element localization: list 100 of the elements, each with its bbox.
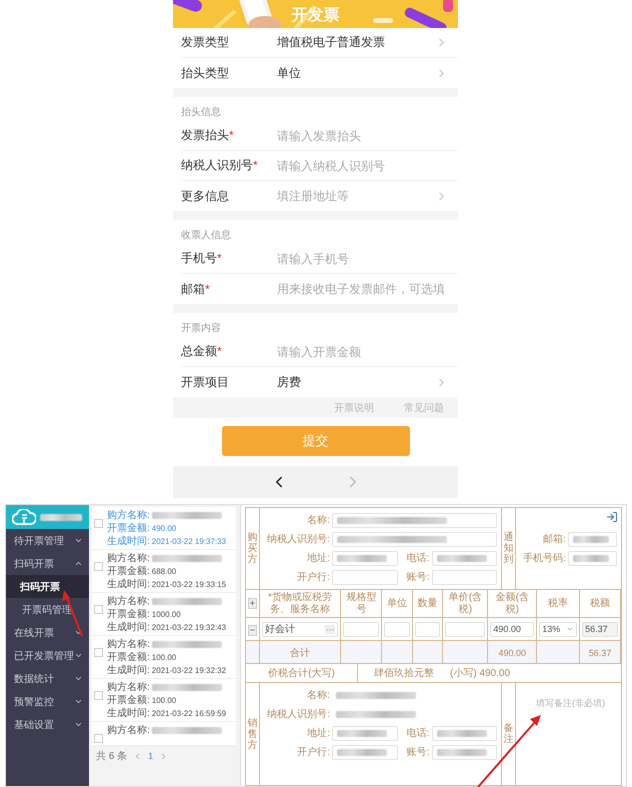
sidebar-item[interactable]: 基础设置 [6, 713, 89, 736]
blurred-text [573, 536, 609, 542]
sidebar-item[interactable]: 预警监控 [6, 690, 89, 713]
add-row-button[interactable]: + [248, 598, 257, 608]
entry-label: 购方名称: [107, 680, 150, 694]
field-label: 地址: [306, 726, 331, 740]
total-label: 合计 [290, 648, 310, 659]
sidebar-item[interactable]: 已开发票管理 [6, 644, 89, 667]
text-input[interactable] [384, 622, 410, 636]
grand-total-label: 价税合计(大写) [246, 664, 358, 682]
text-input[interactable]: 请输入开票金额 [277, 344, 448, 358]
entry-label: 生成时间: [107, 620, 150, 634]
checkbox[interactable] [94, 734, 103, 743]
field-value[interactable]: 单位 [277, 64, 435, 82]
entry-label: 开票金额: [107, 650, 150, 664]
checkbox[interactable] [94, 691, 103, 700]
text-input[interactable] [432, 570, 497, 584]
text-input[interactable] [445, 622, 486, 636]
text-input[interactable] [332, 512, 497, 528]
field-label: 名称: [306, 689, 331, 702]
text-input[interactable] [332, 532, 497, 546]
entry-label: 购方名称: [107, 638, 150, 651]
checkbox[interactable] [94, 519, 103, 528]
section-header: 收票人信息 [181, 228, 232, 243]
blurred-text [152, 554, 222, 562]
text-input[interactable] [414, 622, 440, 636]
checkbox[interactable] [94, 648, 103, 657]
chevron-down-icon[interactable] [566, 625, 574, 633]
remove-row-button[interactable]: − [248, 624, 257, 636]
text-input[interactable]: 490.00 [490, 622, 534, 636]
field-label: 电话: [406, 726, 430, 740]
rate-select[interactable]: 13% [539, 622, 578, 636]
blurred-text [152, 598, 222, 604]
text-input[interactable] [332, 570, 398, 584]
entry-value: 1000.00 [152, 610, 181, 618]
side-label: 备注 [504, 723, 514, 745]
text-input[interactable] [568, 532, 617, 546]
field-label: 邮箱* [181, 280, 211, 298]
entry-label: 生成时间: [107, 706, 150, 720]
entry-value: 2021-03-22 19:32:32 [152, 666, 226, 674]
field-label: 地址: [306, 552, 331, 565]
entry-label: 购方名称: [107, 508, 150, 522]
amount-in-figures: (小写) 490.00 [450, 666, 510, 680]
blurred-text [337, 730, 387, 736]
entry-label: 生成时间: [107, 534, 150, 548]
text-input[interactable] [332, 550, 398, 566]
field-label: 纳税人识别号: [266, 532, 331, 546]
text-input[interactable]: 56.37 [582, 622, 618, 636]
text-input[interactable] [332, 744, 398, 760]
entry-label: 开票金额: [107, 522, 150, 535]
blurred-text [40, 514, 82, 520]
text-input[interactable] [432, 550, 497, 566]
text-input[interactable] [332, 726, 398, 740]
sidebar-item[interactable]: 扫码开票 [6, 552, 89, 575]
field-label: 账号: [406, 746, 430, 759]
section-header: 抬头信息 [181, 106, 222, 120]
blurred-text [436, 554, 486, 562]
field-label: 总金额* [181, 343, 223, 360]
field-label: 更多信息 [181, 188, 230, 204]
text-input[interactable] [432, 726, 497, 740]
field-label: 纳税人识别号* [181, 157, 259, 174]
text-input[interactable]: 请输入手机号 [277, 252, 448, 266]
entry-value: 100.00 [152, 652, 176, 662]
entry-value: 2021-03-22 19:33:15 [152, 580, 226, 588]
field-label: 电话: [406, 552, 430, 565]
entry-label: 开票金额: [107, 694, 150, 707]
text-input[interactable]: 好会计 ··· [262, 622, 338, 636]
blurred-text [436, 730, 486, 736]
sidebar-item[interactable]: 待开票管理 [6, 529, 89, 552]
text-input[interactable]: 请输入纳税人识别号 [277, 158, 448, 172]
field-value[interactable]: 增值税电子普通发票 [277, 34, 435, 51]
side-label: 销售方 [248, 718, 258, 750]
text-input[interactable] [343, 622, 380, 636]
entry-value: 2021-03-22 16:59:59 [152, 708, 226, 718]
field-value[interactable]: 房费 [277, 374, 435, 390]
sidebar-item[interactable]: 在线开票 [6, 621, 89, 644]
blurred-text [152, 726, 222, 734]
total-count: 共 6 条 [96, 750, 128, 763]
more-button[interactable]: ··· [325, 624, 336, 634]
blurred-text [337, 748, 387, 756]
annotation-arrow [477, 715, 541, 787]
entry-label: 购方名称: [107, 552, 150, 565]
text-input[interactable] [432, 744, 497, 760]
text-input[interactable] [568, 550, 617, 566]
side-label: 购买方 [248, 532, 258, 565]
blurred-text [152, 684, 222, 690]
total-tax: 56.37 [588, 648, 612, 658]
sidebar-subitem[interactable]: 扫码开票 [6, 575, 89, 598]
text-input[interactable]: 用来接收电子发票邮件，可选填 [277, 282, 448, 296]
entry-label: 开票金额: [107, 608, 150, 621]
field-label: 开票项目 [181, 374, 230, 390]
field-label: 纳税人识别号: [266, 708, 331, 721]
field-label: 手机号* [181, 250, 223, 267]
entry-value: 2021-03-22 19:37:33 [152, 536, 226, 546]
sidebar-item[interactable]: 数据统计 [6, 667, 89, 690]
text-input[interactable]: 请输入发票抬头 [277, 128, 448, 142]
field-label: 抬头类型 [181, 64, 230, 82]
checkbox[interactable] [94, 562, 103, 571]
checkbox[interactable] [94, 605, 103, 614]
field-label: 手机号码: [522, 552, 567, 565]
